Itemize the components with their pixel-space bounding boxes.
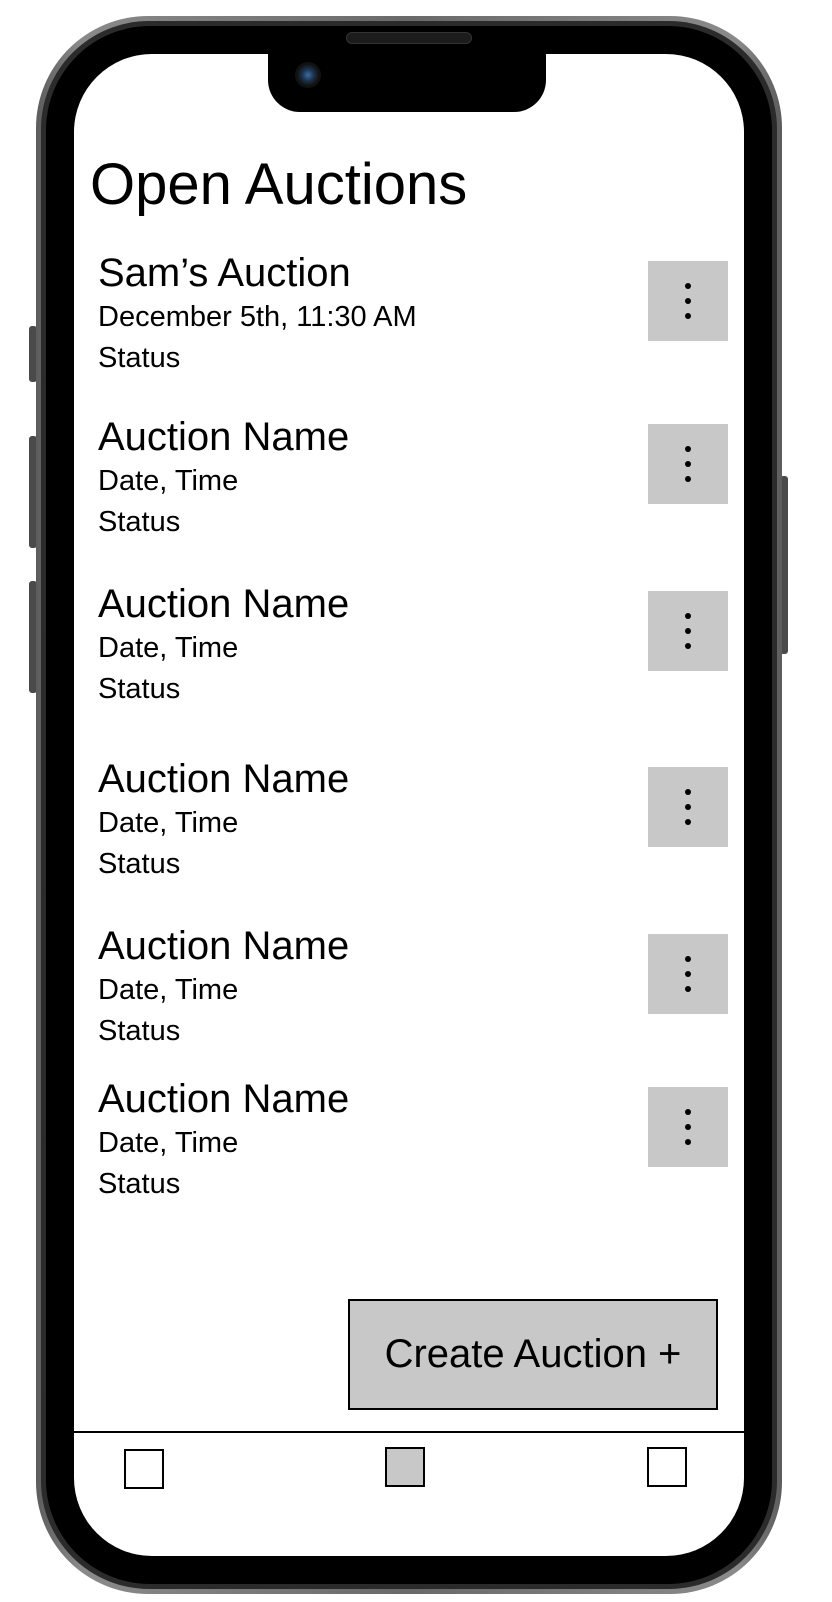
page-title: Open Auctions — [90, 152, 468, 217]
auction-datetime: Date, Time — [98, 807, 239, 839]
app-screen: Open Auctions Sam’s Auction December 5th… — [74, 54, 744, 1556]
auction-more-button[interactable] — [648, 767, 728, 847]
auction-datetime: Date, Time — [98, 465, 239, 497]
nav-tab-center[interactable] — [385, 1447, 425, 1487]
auction-more-button[interactable] — [648, 591, 728, 671]
more-vertical-icon — [685, 956, 691, 992]
auction-status: Status — [98, 1015, 181, 1047]
auction-status: Status — [98, 506, 181, 538]
auction-name: Auction Name — [98, 415, 350, 459]
auction-datetime: December 5th, 11:30 AM — [98, 301, 417, 333]
auction-status: Status — [98, 673, 181, 705]
auction-item[interactable]: Sam’s Auction December 5th, 11:30 AM Sta… — [74, 249, 744, 379]
bottom-nav — [74, 1431, 744, 1556]
more-vertical-icon — [685, 613, 691, 649]
auction-name: Auction Name — [98, 1077, 350, 1121]
more-vertical-icon — [685, 446, 691, 482]
auction-name: Auction Name — [98, 757, 350, 801]
more-vertical-icon — [685, 1109, 691, 1145]
auction-datetime: Date, Time — [98, 1127, 239, 1159]
auction-more-button[interactable] — [648, 424, 728, 504]
auction-status: Status — [98, 1168, 181, 1200]
auction-item[interactable]: Auction Name Date, Time Status — [74, 413, 744, 543]
auction-status: Status — [98, 848, 181, 880]
auction-item[interactable]: Auction Name Date, Time Status — [74, 580, 744, 710]
nav-tab-right[interactable] — [647, 1447, 687, 1487]
auction-name: Auction Name — [98, 924, 350, 968]
auction-status: Status — [98, 342, 181, 374]
front-camera-icon — [295, 62, 321, 88]
speaker-grille — [346, 32, 472, 44]
device-mockup: Open Auctions Sam’s Auction December 5th… — [0, 0, 832, 1602]
auction-item[interactable]: Auction Name Date, Time Status — [74, 755, 744, 885]
more-vertical-icon — [685, 789, 691, 825]
auction-more-button[interactable] — [648, 934, 728, 1014]
auction-item[interactable]: Auction Name Date, Time Status — [74, 922, 744, 1052]
create-auction-button[interactable]: Create Auction + — [348, 1299, 718, 1410]
auction-item[interactable]: Auction Name Date, Time Status — [74, 1075, 744, 1205]
auction-datetime: Date, Time — [98, 974, 239, 1006]
more-vertical-icon — [685, 283, 691, 319]
nav-tab-left[interactable] — [124, 1449, 164, 1489]
auction-more-button[interactable] — [648, 1087, 728, 1167]
auction-name: Auction Name — [98, 582, 350, 626]
auction-name: Sam’s Auction — [98, 251, 351, 295]
auction-more-button[interactable] — [648, 261, 728, 341]
auction-datetime: Date, Time — [98, 632, 239, 664]
